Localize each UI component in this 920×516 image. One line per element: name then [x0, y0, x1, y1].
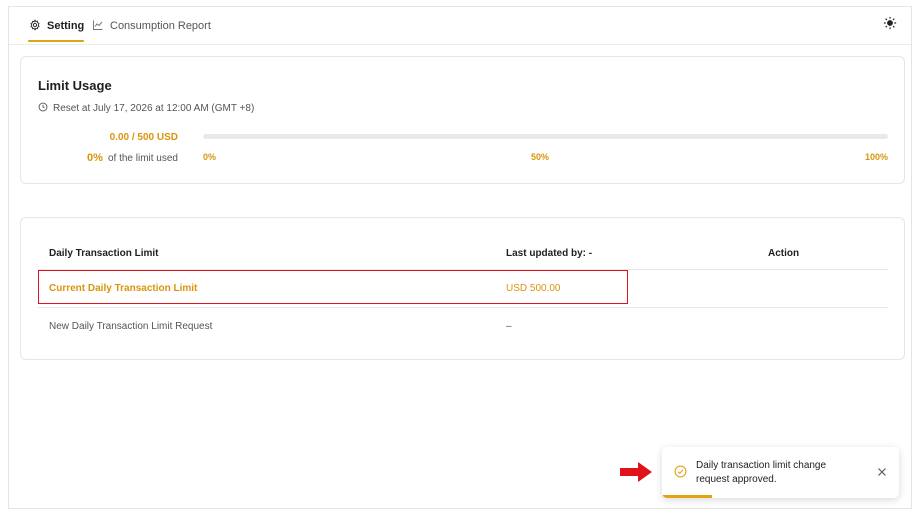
line-chart-icon	[92, 19, 104, 34]
limit-usage-title: Limit Usage	[38, 78, 112, 93]
gear-icon	[29, 18, 41, 34]
usage-amount: 0.00 / 500 USD	[109, 132, 178, 143]
tab-consumption-report-label: Consumption Report	[110, 20, 211, 32]
progress-tick-100: 100%	[865, 152, 889, 162]
toast-timer-bar	[662, 495, 712, 498]
toast-notification: Daily transaction limit change request a…	[662, 447, 899, 498]
daily-limit-table: Daily Transaction Limit Last updated by:…	[20, 217, 905, 360]
tab-setting-label: Setting	[47, 20, 85, 32]
clock-icon	[38, 102, 48, 115]
tab-setting[interactable]: Setting	[28, 7, 85, 45]
new-limit-request-value: –	[506, 321, 512, 332]
reset-info: Reset at July 17, 2026 at 12:00 AM (GMT …	[38, 102, 254, 115]
progress-tick-0: 0%	[203, 152, 217, 162]
check-circle-icon	[674, 465, 687, 483]
column-header-action: Action	[768, 248, 800, 259]
sun-icon[interactable]	[883, 16, 899, 32]
usage-progress-bar	[203, 134, 888, 139]
close-icon[interactable]	[875, 465, 889, 479]
tab-bar: Setting Consumption Report	[9, 7, 911, 45]
new-limit-request-label: New Daily Transaction Limit Request	[49, 321, 213, 332]
usage-percent-line: 0% of the limit used	[87, 152, 178, 164]
active-tab-indicator	[28, 40, 85, 42]
toast-message: Daily transaction limit change request a…	[696, 460, 827, 485]
tab-consumption-report[interactable]: Consumption Report	[92, 7, 211, 45]
reset-text: Reset at July 17, 2026 at 12:00 AM (GMT …	[53, 103, 255, 114]
table-row-new-request: New Daily Transaction Limit Request –	[38, 308, 888, 345]
column-header-limit: Daily Transaction Limit	[49, 248, 159, 259]
app-frame: Setting Consumption Report Limit Usage R…	[8, 6, 912, 509]
highlight-box	[38, 270, 628, 304]
progress-tick-50: 50%	[531, 152, 550, 162]
usage-percent-suffix: of the limit used	[107, 153, 178, 164]
limit-usage-card: Limit Usage Reset at July 17, 2026 at 12…	[20, 56, 905, 184]
red-arrow-pointer	[620, 462, 652, 487]
column-header-updated: Last updated by: -	[506, 248, 593, 259]
usage-percent: 0%	[87, 152, 103, 164]
